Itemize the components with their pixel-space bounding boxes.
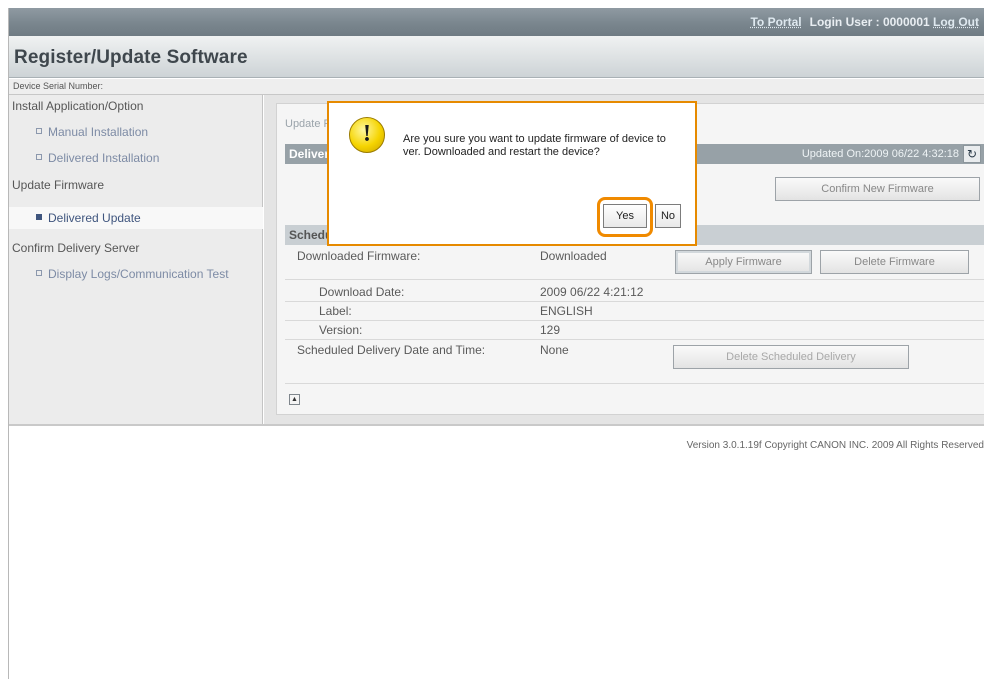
downloaded-firmware-label: Downloaded Firmware: bbox=[297, 249, 421, 263]
downloaded-firmware-value: Downloaded bbox=[540, 249, 607, 263]
divider bbox=[285, 301, 984, 302]
login-user-text: Login User : 0000001 bbox=[809, 15, 930, 29]
confirm-dialog: ! Are you sure you want to update firmwa… bbox=[327, 101, 697, 246]
browser-page: To Portal Login User : 0000001 Log Out Re… bbox=[8, 8, 984, 679]
bullet-icon bbox=[36, 214, 42, 220]
bullet-icon bbox=[36, 270, 42, 276]
sidebar-item-label: Delivered Installation bbox=[48, 151, 160, 165]
sidebar-item-label: Delivered Update bbox=[48, 211, 141, 225]
to-portal-link[interactable]: To Portal bbox=[750, 15, 801, 29]
divider bbox=[285, 279, 984, 280]
no-button[interactable]: No bbox=[655, 204, 681, 228]
download-date-value: 2009 06/22 4:21:12 bbox=[540, 285, 644, 299]
divider bbox=[285, 339, 984, 340]
scheduled-delivery-value: None bbox=[540, 343, 569, 357]
sidebar-item-delivered-installation[interactable]: Delivered Installation bbox=[36, 151, 159, 165]
sidebar-heading-update-firmware: Update Firmware bbox=[12, 178, 105, 192]
footer-divider bbox=[9, 424, 984, 426]
page-top-icon[interactable]: ▲ bbox=[289, 394, 300, 405]
sidebar-item-delivered-update-row: Delivered Update bbox=[9, 207, 263, 229]
sidebar: Install Application/Option Manual Instal… bbox=[9, 95, 263, 424]
sidebar-item-display-logs[interactable]: Display Logs/Communication Test bbox=[36, 267, 229, 281]
download-date-label: Download Date: bbox=[319, 285, 405, 299]
device-serial-bar: Device Serial Number: bbox=[9, 79, 984, 95]
delete-scheduled-delivery-button[interactable]: Delete Scheduled Delivery bbox=[673, 345, 909, 369]
sidebar-item-manual-installation[interactable]: Manual Installation bbox=[36, 125, 148, 139]
apply-firmware-button[interactable]: Apply Firmware bbox=[675, 250, 812, 274]
label-label: Label: bbox=[319, 304, 352, 318]
log-out-link[interactable]: Log Out bbox=[933, 15, 979, 29]
sidebar-item-delivered-update[interactable]: Delivered Update bbox=[36, 211, 141, 225]
top-links: To Portal Login User : 0000001 Log Out bbox=[750, 15, 979, 29]
title-bar: Register/Update Software bbox=[9, 36, 984, 78]
refresh-icon[interactable]: ↻ bbox=[963, 145, 981, 163]
scheduled-delivery-label: Scheduled Delivery Date and Time: bbox=[297, 343, 486, 357]
confirm-new-firmware-button[interactable]: Confirm New Firmware bbox=[775, 177, 980, 201]
delete-firmware-button[interactable]: Delete Firmware bbox=[820, 250, 969, 274]
divider bbox=[285, 320, 984, 321]
yes-button[interactable]: Yes bbox=[603, 204, 647, 228]
divider bbox=[285, 383, 984, 384]
version-value: 129 bbox=[540, 323, 561, 337]
label-value: ENGLISH bbox=[540, 304, 593, 318]
bullet-icon bbox=[36, 128, 42, 134]
sidebar-heading-confirm-delivery-server: Confirm Delivery Server bbox=[12, 241, 140, 255]
sidebar-item-label: Manual Installation bbox=[48, 125, 149, 139]
updated-on-text: Updated On:2009 06/22 4:32:18 bbox=[801, 148, 959, 160]
copyright-footer: Version 3.0.1.19f Copyright CANON INC. 2… bbox=[686, 440, 984, 451]
warning-icon: ! bbox=[349, 117, 385, 153]
device-serial-label: Device Serial Number: bbox=[13, 81, 104, 91]
dialog-message: Are you sure you want to update firmware… bbox=[403, 133, 666, 158]
sidebar-item-label: Display Logs/Communication Test bbox=[48, 267, 229, 281]
page-title: Register/Update Software bbox=[14, 47, 248, 68]
top-bar: To Portal Login User : 0000001 Log Out bbox=[9, 8, 984, 36]
version-label: Version: bbox=[319, 323, 363, 337]
sidebar-heading-install: Install Application/Option bbox=[12, 99, 144, 113]
bullet-icon bbox=[36, 154, 42, 160]
